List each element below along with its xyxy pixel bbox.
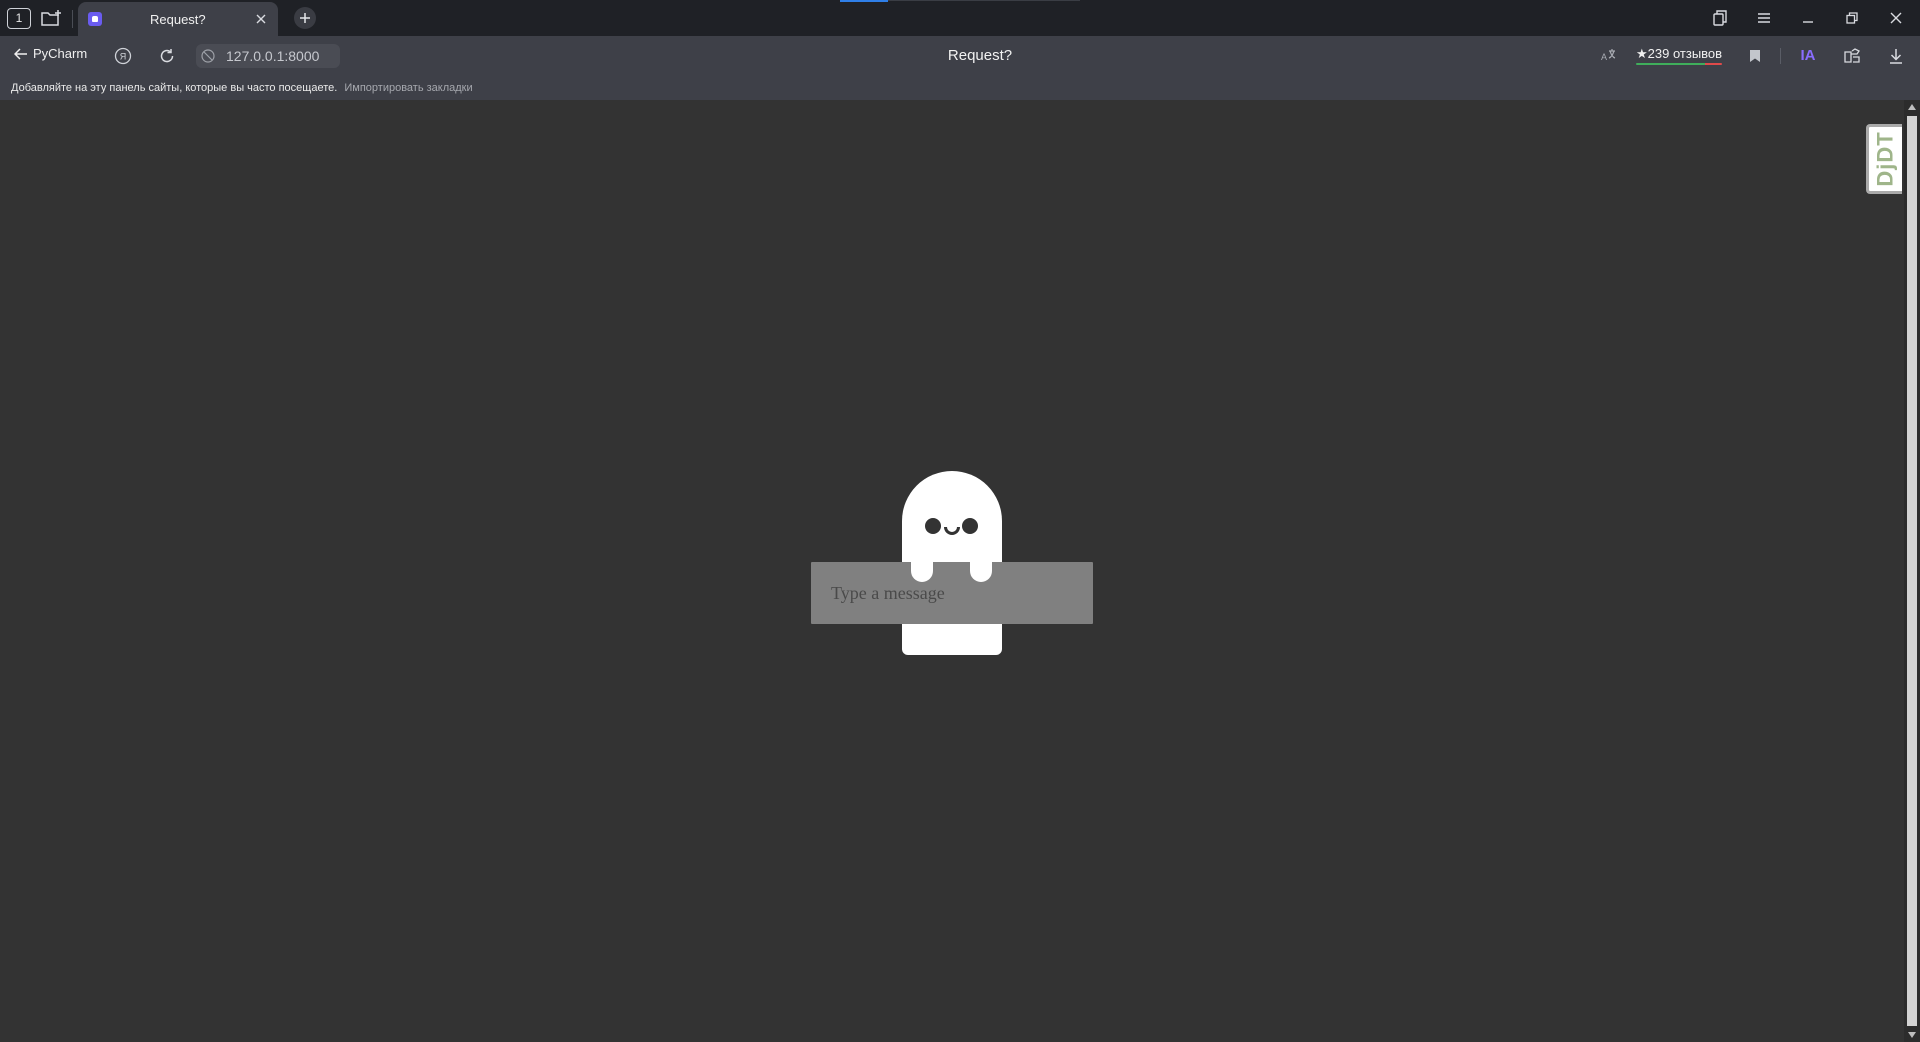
tab-title: Request? <box>150 12 206 27</box>
reload-icon[interactable] <box>157 46 177 66</box>
svg-text:A: A <box>1601 52 1607 62</box>
back-button[interactable]: PyCharm <box>14 46 87 61</box>
scroll-up-arrow-icon[interactable] <box>1908 104 1916 110</box>
close-tab-icon[interactable] <box>252 10 270 28</box>
loading-indicator <box>840 0 888 2</box>
arrow-left-icon <box>14 47 27 60</box>
debug-toolbar-label: DjDT <box>1872 131 1898 187</box>
tab-counter-button[interactable]: 1 <box>7 8 31 29</box>
page-scrollbar[interactable] <box>1904 100 1920 1042</box>
menu-icon[interactable] <box>1754 8 1774 28</box>
reviews-badge[interactable]: ★239 отзывов <box>1636 46 1723 65</box>
browser-toolbar: PyCharm Я 127.0.0.1:8000 Request? A ★239… <box>0 36 1920 76</box>
ghost-left-hand <box>911 556 933 582</box>
extensions-icon[interactable] <box>1842 46 1862 66</box>
tab-groups-icon[interactable] <box>40 7 64 29</box>
ghost-right-hand <box>970 556 992 582</box>
tab-request[interactable]: Request? <box>78 2 278 36</box>
ia-extension-icon[interactable]: IA <box>1797 45 1819 67</box>
bookmarks-bar: Добавляйте на эту панель сайты, которые … <box>0 76 1920 100</box>
collections-icon[interactable] <box>1710 8 1730 28</box>
scrollbar-thumb[interactable] <box>1907 116 1917 1026</box>
yandex-icon[interactable]: Я <box>113 46 133 66</box>
ghost-right-eye <box>962 518 978 534</box>
minimize-icon[interactable] <box>1798 8 1818 28</box>
site-favicon-icon <box>88 12 102 26</box>
tab-separator <box>72 10 73 28</box>
new-tab-button[interactable] <box>294 7 316 29</box>
bookmark-icon[interactable] <box>1745 46 1765 66</box>
scroll-down-arrow-icon[interactable] <box>1908 1032 1916 1038</box>
address-bar[interactable]: 127.0.0.1:8000 <box>196 44 340 68</box>
download-icon[interactable] <box>1886 46 1906 66</box>
tab-strip: 1 Request? <box>0 0 1920 36</box>
bookmarks-hint: Добавляйте на эту панель сайты, которые … <box>11 82 338 94</box>
close-window-icon[interactable] <box>1886 8 1906 28</box>
import-bookmarks-link[interactable]: Импортировать закладки <box>344 82 472 94</box>
restore-icon[interactable] <box>1842 8 1862 28</box>
debug-toolbar-handle[interactable]: DjDT <box>1866 124 1902 194</box>
ghost-mouth <box>944 527 960 535</box>
ghost-left-eye <box>925 518 941 534</box>
translate-icon[interactable]: A <box>1597 46 1619 66</box>
site-info-icon[interactable] <box>196 44 220 68</box>
loading-track <box>888 0 1080 1</box>
toolbar-separator <box>1780 48 1781 64</box>
address-text: 127.0.0.1:8000 <box>226 48 320 64</box>
page-title: Request? <box>947 47 1013 64</box>
back-button-label: PyCharm <box>33 46 88 61</box>
message-input[interactable] <box>811 562 1093 624</box>
svg-text:Я: Я <box>120 52 127 62</box>
